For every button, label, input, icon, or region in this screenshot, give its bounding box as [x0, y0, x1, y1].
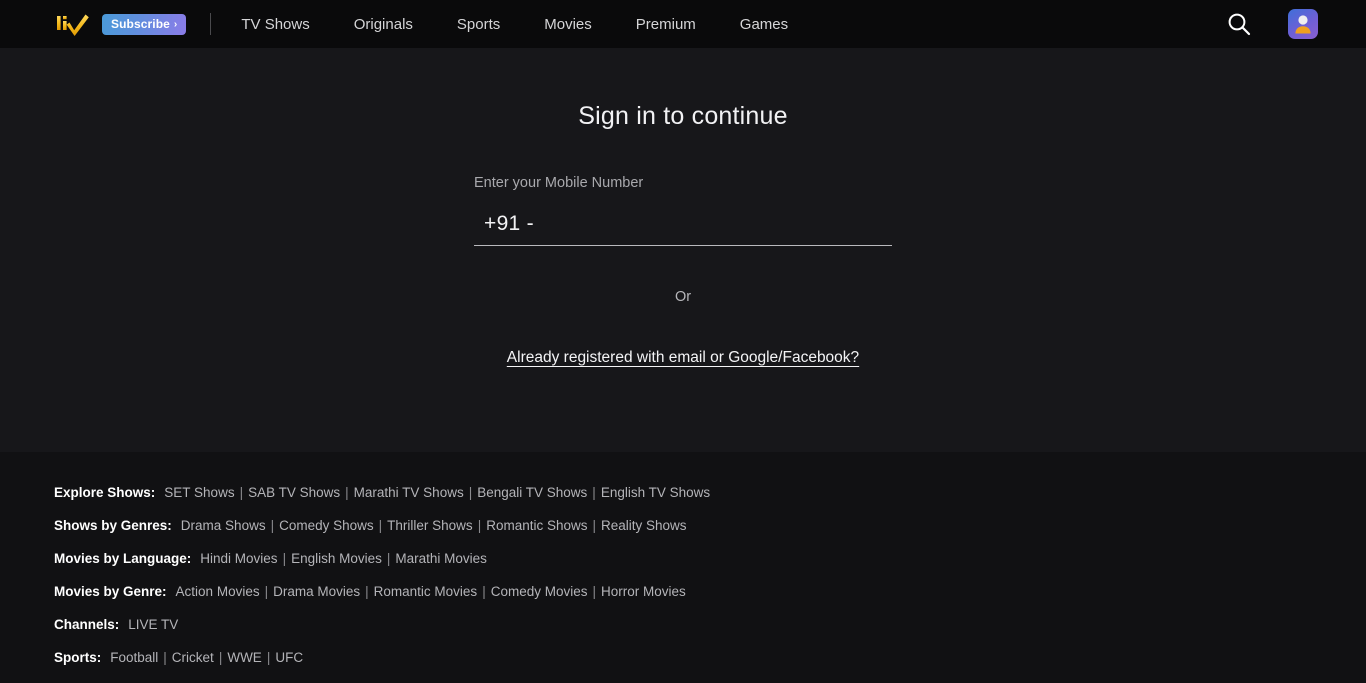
footer-link-separator: | — [239, 485, 244, 500]
subscribe-label: Subscribe — [111, 17, 170, 31]
subscribe-button[interactable]: Subscribe › — [102, 13, 187, 35]
footer-row-shows-by-genres: Shows by Genres: Drama Shows | Comedy Show… — [54, 518, 1366, 551]
footer-links: Hindi Movies | English Movies | Marathi Movi… — [200, 551, 487, 566]
liv-logo[interactable] — [54, 11, 94, 37]
footer-link[interactable]: Football — [110, 650, 158, 665]
footer-links: LIVE TV — [128, 617, 178, 632]
footer-link-separator: | — [365, 584, 369, 599]
footer-link-separator: | — [386, 551, 391, 566]
footer-link[interactable]: Comedy Movies — [491, 584, 588, 599]
mobile-number-underline — [474, 245, 892, 246]
footer-link[interactable]: Drama Movies — [273, 584, 360, 599]
footer-link-separator: | — [592, 485, 596, 500]
footer-row-sports: Sports: Football | Cricket | WWE | UFC — [54, 650, 1366, 683]
footer-link[interactable]: SET Shows — [164, 485, 234, 500]
avatar[interactable] — [1288, 9, 1318, 39]
already-registered-link[interactable]: Already registered with email or Google/… — [474, 349, 892, 367]
footer-link[interactable]: SAB TV Shows — [248, 485, 340, 500]
or-separator-text: Or — [674, 289, 692, 305]
nav-item-premium[interactable]: Premium — [614, 16, 718, 33]
footer-link-separator: | — [264, 584, 269, 599]
main-nav: TV Shows Originals Sports Movies Premium… — [211, 16, 810, 33]
footer-link[interactable]: Comedy Shows — [279, 518, 374, 533]
footer-link-separator: | — [477, 518, 482, 533]
header-actions — [1226, 9, 1318, 39]
nav-item-tv-shows[interactable]: TV Shows — [219, 16, 331, 33]
site-footer: Explore Shows: SET Shows | SAB TV Shows | Ma… — [0, 452, 1366, 665]
nav-item-originals[interactable]: Originals — [332, 16, 435, 33]
page-title: Sign in to continue — [578, 102, 788, 130]
signin-form: Enter your Mobile Number +91 - Or Alread… — [474, 175, 892, 367]
footer-label: Explore Shows: — [54, 485, 156, 500]
footer-link-separator: | — [592, 518, 597, 533]
footer-link-separator: | — [266, 650, 271, 665]
footer-link[interactable]: Bengali TV Shows — [477, 485, 587, 500]
footer-link[interactable]: Romantic Shows — [486, 518, 587, 533]
footer-label: Movies by Language: — [54, 551, 192, 566]
footer-link[interactable]: WWE — [227, 650, 262, 665]
footer-link[interactable]: Action Movies — [176, 584, 260, 599]
footer-link[interactable]: Reality Shows — [601, 518, 687, 533]
footer-link[interactable]: Drama Shows — [181, 518, 266, 533]
signin-main: Sign in to continue Enter your Mobile Nu… — [0, 48, 1366, 452]
footer-row-movies-by-genre: Movies by Genre: Action Movies | Drama Mov… — [54, 584, 1366, 617]
footer-label: Sports: — [54, 650, 102, 665]
site-header: Subscribe › TV Shows Originals Sports Mo… — [0, 0, 1366, 48]
liv-logo-icon — [57, 14, 89, 36]
search-icon[interactable] — [1226, 11, 1252, 37]
footer-links: Action Movies | Drama Movies | Romantic Movi… — [176, 584, 686, 599]
footer-link-separator: | — [468, 485, 473, 500]
footer-row-explore-shows: Explore Shows: SET Shows | SAB TV Shows | Ma… — [54, 485, 1366, 518]
footer-link[interactable]: Thriller Shows — [387, 518, 473, 533]
user-avatar-icon — [1295, 15, 1311, 34]
country-code-prefix: +91 - — [484, 212, 534, 235]
chevron-right-icon: › — [173, 18, 178, 30]
footer-row-channels: Channels: LIVE TV — [54, 617, 1366, 650]
nav-item-movies[interactable]: Movies — [522, 16, 614, 33]
footer-link-separator: | — [282, 551, 287, 566]
nav-item-sports[interactable]: Sports — [435, 16, 522, 33]
footer-link[interactable]: Romantic Movies — [374, 584, 478, 599]
footer-link-separator: | — [163, 650, 167, 665]
footer-link[interactable]: English Movies — [291, 551, 382, 566]
footer-link-separator: | — [345, 485, 349, 500]
search-glyph — [1228, 13, 1251, 36]
footer-row-movies-by-language: Movies by Language: Hindi Movies | English… — [54, 551, 1366, 584]
footer-link[interactable]: Cricket — [172, 650, 214, 665]
footer-link-separator: | — [482, 584, 486, 599]
footer-link[interactable]: UFC — [275, 650, 303, 665]
footer-label: Channels: — [54, 617, 120, 632]
footer-link-separator: | — [378, 518, 383, 533]
mobile-number-label: Enter your Mobile Number — [474, 175, 644, 191]
footer-link[interactable]: English TV Shows — [601, 485, 710, 500]
footer-link-separator: | — [218, 650, 223, 665]
footer-link[interactable]: Marathi Movies — [395, 551, 487, 566]
footer-link[interactable]: Marathi TV Shows — [354, 485, 464, 500]
footer-links: Drama Shows | Comedy Shows | Thriller Shows |… — [181, 518, 687, 533]
mobile-number-input[interactable]: +91 - — [474, 205, 892, 243]
footer-links: Football | Cricket | WWE | UFC — [110, 650, 303, 665]
footer-label: Movies by Genre: — [54, 584, 167, 599]
footer-link-separator: | — [592, 584, 596, 599]
footer-label: Shows by Genres: — [54, 518, 172, 533]
footer-links: SET Shows | SAB TV Shows | Marathi TV Shows |… — [164, 485, 710, 500]
footer-link[interactable]: Horror Movies — [601, 584, 686, 599]
footer-link[interactable]: Hindi Movies — [200, 551, 277, 566]
footer-link[interactable]: LIVE TV — [128, 617, 178, 632]
footer-link-separator: | — [270, 518, 275, 533]
nav-item-games[interactable]: Games — [718, 16, 810, 33]
